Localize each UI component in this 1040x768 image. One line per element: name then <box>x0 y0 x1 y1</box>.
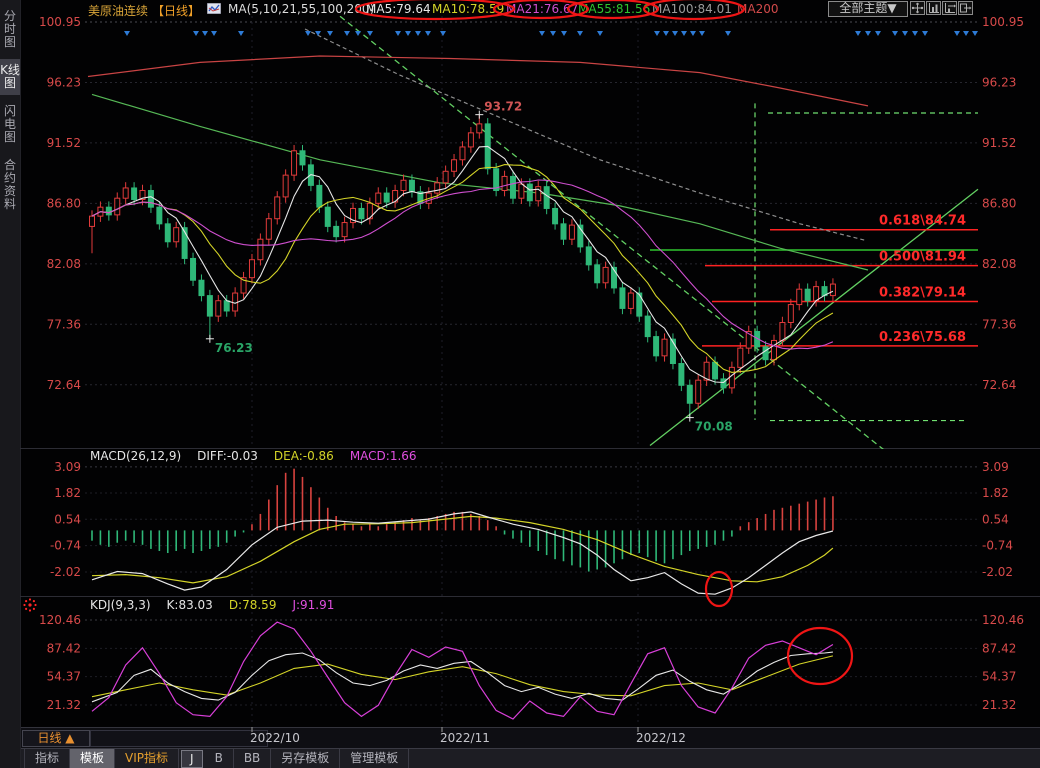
price-axis-label-right: 100.95 <box>982 15 1024 29</box>
pan-tool-button[interactable] <box>910 1 925 15</box>
left-sidebar: 分时图 K线图 闪电图 合约资料 <box>0 0 21 768</box>
macd-axis-label-right: 3.09 <box>982 460 1009 474</box>
price-axis-label-right: 86.80 <box>982 196 1016 210</box>
all-themes-dropdown[interactable]: 全部主题▼ <box>828 1 908 17</box>
indicator-tab-bar: 指标 模板 VIP指标 J B BB 另存模板 管理模板 <box>20 748 1040 768</box>
price-axis-label-right: 91.52 <box>982 136 1016 150</box>
ma200-value: MA200 <box>737 2 778 16</box>
ma21-value: MA21:76.67 <box>506 2 578 16</box>
instrument-title: 美原油连续 <box>88 2 148 19</box>
macd-dea-value: DEA:-0.86 <box>274 449 334 463</box>
sidebar-item-flash-chart[interactable]: 闪电图 <box>0 100 20 149</box>
scrollbar-thumb[interactable] <box>90 730 268 747</box>
ma-formula-label: MA(5,10,21,55,100,200) <box>228 2 374 16</box>
sidebar-item-kline-chart[interactable]: K线图 <box>0 59 20 95</box>
tab-b[interactable]: B <box>205 749 234 768</box>
date-axis-bar: 日线 ▲ 2022/10 2022/11 2022/12 <box>20 727 1040 749</box>
kdj-header: KDJ(9,3,3) K:83.03 D:78.59 J:91.91 <box>90 598 334 612</box>
price-axis-label-right: 72.64 <box>982 378 1016 392</box>
price-axis-label-right: 96.23 <box>982 75 1016 89</box>
tab-bb[interactable]: BB <box>234 749 271 768</box>
macd-title: MACD(26,12,9) <box>90 449 181 463</box>
tab-templates[interactable]: 模板 <box>70 749 115 768</box>
kdj-title: KDJ(9,3,3) <box>90 598 151 612</box>
macd-axis-label-right: 0.54 <box>982 512 1009 526</box>
kdj-axis-label-right: 87.42 <box>982 641 1016 655</box>
tab-j[interactable]: J <box>181 750 203 768</box>
tab-vip-indicators[interactable]: VIP指标 <box>115 749 179 768</box>
macd-header: MACD(26,12,9) DIFF:-0.03 DEA:-0.86 MACD:… <box>90 449 417 463</box>
macd-macd-value: MACD:1.66 <box>350 449 417 463</box>
indicator-chart-icon <box>207 3 221 17</box>
x-axis-label-oct: 2022/10 <box>250 731 300 745</box>
ma5-value: MA5:79.64 <box>366 2 431 16</box>
tab-indicators[interactable]: 指标 <box>24 749 70 768</box>
sidebar-item-contract-info[interactable]: 合约资料 <box>0 154 20 216</box>
macd-axis-label-right: -2.02 <box>982 565 1013 579</box>
kdj-j-value: J:91.91 <box>292 598 334 612</box>
pop-out-button[interactable] <box>958 1 973 15</box>
macd-diff-value: DIFF:-0.03 <box>197 449 258 463</box>
ma100-value: MA100:84.01 <box>652 2 732 16</box>
price-axis-label-right: 82.08 <box>982 257 1016 271</box>
tab-manage-template[interactable]: 管理模板 <box>340 749 409 768</box>
tab-save-template[interactable]: 另存模板 <box>271 749 340 768</box>
kdj-axis-label-right: 120.46 <box>982 613 1024 627</box>
macd-axis-label-right: 1.82 <box>982 486 1009 500</box>
kdj-axis-label-right: 54.37 <box>982 670 1016 684</box>
price-axis-label-right: 77.36 <box>982 317 1016 331</box>
ma55-value: MA55:81.56 <box>578 2 650 16</box>
macd-axis-label-right: -0.74 <box>982 539 1013 553</box>
x-axis-label-dec: 2022/12 <box>636 731 686 745</box>
sidebar-item-time-chart[interactable]: 分时图 <box>0 5 20 54</box>
period-selector[interactable]: 日线 ▲ <box>22 730 90 747</box>
kdj-axis-label-right: 21.32 <box>982 698 1016 712</box>
chart-canvas[interactable] <box>21 17 978 726</box>
ma10-value: MA10:78.59 <box>432 2 504 16</box>
charting-app-window: 分时图 K线图 闪电图 合约资料 美原油连续 【日线】 MA(5,10,21,5… <box>0 0 1040 768</box>
kdj-d-value: D:78.59 <box>229 598 277 612</box>
kdj-k-value: K:83.03 <box>167 598 213 612</box>
x-axis-label-nov: 2022/11 <box>440 731 490 745</box>
period-tag: 【日线】 <box>152 2 200 19</box>
chart-header: 美原油连续 【日线】 MA(5,10,21,55,100,200) MA5:79… <box>0 0 1040 17</box>
expand-x-axis-button[interactable] <box>942 1 957 15</box>
compress-x-axis-button[interactable] <box>926 1 941 15</box>
